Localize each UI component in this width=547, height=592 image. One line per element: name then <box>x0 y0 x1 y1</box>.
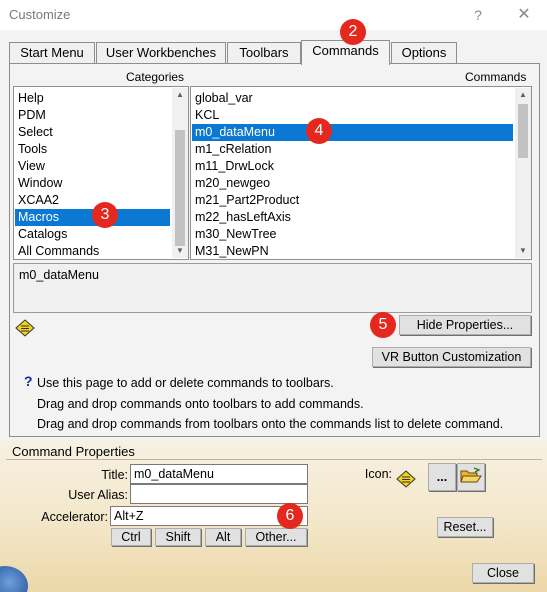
command-item-m20-newgeo[interactable]: m20_newgeo <box>192 175 513 192</box>
other-button[interactable]: Other... <box>245 528 307 546</box>
category-item-catalogs[interactable]: Catalogs <box>15 226 170 243</box>
hide-properties-button[interactable]: Hide Properties... <box>399 315 531 335</box>
shift-button[interactable]: Shift <box>155 528 201 546</box>
categories-scrollbar[interactable]: ▲ ▼ <box>172 88 188 258</box>
open-folder-button[interactable] <box>457 463 485 491</box>
customize-dialog: Customize ? ✕ Start Menu User Workbenche… <box>0 0 547 592</box>
commands-scrollbar[interactable]: ▲ ▼ <box>515 88 531 258</box>
marker-4: 4 <box>306 118 332 144</box>
category-item-view[interactable]: View <box>15 158 170 175</box>
commands-list[interactable]: global_var KCL m0_dataMenu m1_cRelation … <box>190 86 532 260</box>
category-item-all-commands[interactable]: All Commands <box>15 243 170 259</box>
close-icon[interactable]: ✕ <box>510 4 538 26</box>
icon-browse-button[interactable]: ... <box>428 463 456 491</box>
close-button[interactable]: Close <box>472 563 534 583</box>
info-line-1: Use this page to add or delete commands … <box>37 376 334 390</box>
commands-header: Commands <box>465 70 527 84</box>
reset-button[interactable]: Reset... <box>437 517 493 537</box>
command-item-global-var[interactable]: global_var <box>192 90 513 107</box>
categories-scroll-thumb[interactable] <box>175 130 185 246</box>
category-item-window[interactable]: Window <box>15 175 170 192</box>
command-item-m1-crelation[interactable]: m1_cRelation <box>192 141 513 158</box>
vr-button-customization-button[interactable]: VR Button Customization <box>372 347 531 367</box>
scroll-up-icon[interactable]: ▲ <box>172 88 188 102</box>
window-title: Customize <box>9 7 71 22</box>
tab-user-workbenches[interactable]: User Workbenches <box>96 42 226 64</box>
open-folder-icon <box>460 466 482 482</box>
category-item-pdm[interactable]: PDM <box>15 107 170 124</box>
info-line-2: Drag and drop commands onto toolbars to … <box>37 397 364 411</box>
tab-start-menu[interactable]: Start Menu <box>9 42 95 64</box>
category-item-xcaa2[interactable]: XCAA2 <box>15 192 170 209</box>
command-item-kcl[interactable]: KCL <box>192 107 513 124</box>
categories-header: Categories <box>126 70 185 84</box>
info-line-3: Drag and drop commands from toolbars ont… <box>37 417 504 431</box>
user-alias-field[interactable] <box>130 484 308 504</box>
tab-commands[interactable]: Commands <box>301 40 390 65</box>
help-question-icon: ? <box>24 373 33 389</box>
marker-2: 2 <box>340 19 366 45</box>
command-icon-preview <box>396 470 416 488</box>
accelerator-label: Accelerator: <box>41 510 108 524</box>
command-item-m30-newtree[interactable]: m30_NewTree <box>192 226 513 243</box>
command-item-m31-newpn[interactable]: M31_NewPN <box>192 243 513 259</box>
alt-button[interactable]: Alt <box>205 528 241 546</box>
title-label: Title: <box>101 468 128 482</box>
diamond-macro-icon[interactable] <box>15 319 35 337</box>
user-alias-label: User Alias: <box>68 488 128 502</box>
command-item-m22-hasleftaxis[interactable]: m22_hasLeftAxis <box>192 209 513 226</box>
help-icon[interactable]: ? <box>464 4 492 26</box>
category-item-tools[interactable]: Tools <box>15 141 170 158</box>
icon-label: Icon: <box>364 467 392 481</box>
marker-5: 5 <box>370 312 396 338</box>
group-divider <box>6 459 542 460</box>
title-bar: Customize ? ✕ <box>0 0 547 30</box>
tab-options[interactable]: Options <box>391 42 457 64</box>
scroll-down-icon[interactable]: ▼ <box>172 244 188 258</box>
scroll-up-icon[interactable]: ▲ <box>515 88 531 102</box>
marker-3: 3 <box>92 202 118 228</box>
commands-scroll-thumb[interactable] <box>518 104 528 158</box>
scroll-down-icon[interactable]: ▼ <box>515 244 531 258</box>
command-item-m21-part2product[interactable]: m21_Part2Product <box>192 192 513 209</box>
command-description-box: m0_dataMenu <box>13 263 532 313</box>
command-description-text: m0_dataMenu <box>19 268 99 282</box>
command-properties-title: Command Properties <box>12 444 135 459</box>
category-item-select[interactable]: Select <box>15 124 170 141</box>
categories-list[interactable]: Help PDM Select Tools View Window XCAA2 … <box>13 86 189 260</box>
command-item-m0-datamenu[interactable]: m0_dataMenu <box>192 124 513 141</box>
ctrl-button[interactable]: Ctrl <box>111 528 151 546</box>
tab-toolbars[interactable]: Toolbars <box>227 42 301 64</box>
category-item-help[interactable]: Help <box>15 90 170 107</box>
title-field[interactable]: m0_dataMenu <box>130 464 308 484</box>
marker-6: 6 <box>277 503 303 529</box>
command-item-m11-drwlock[interactable]: m11_DrwLock <box>192 158 513 175</box>
